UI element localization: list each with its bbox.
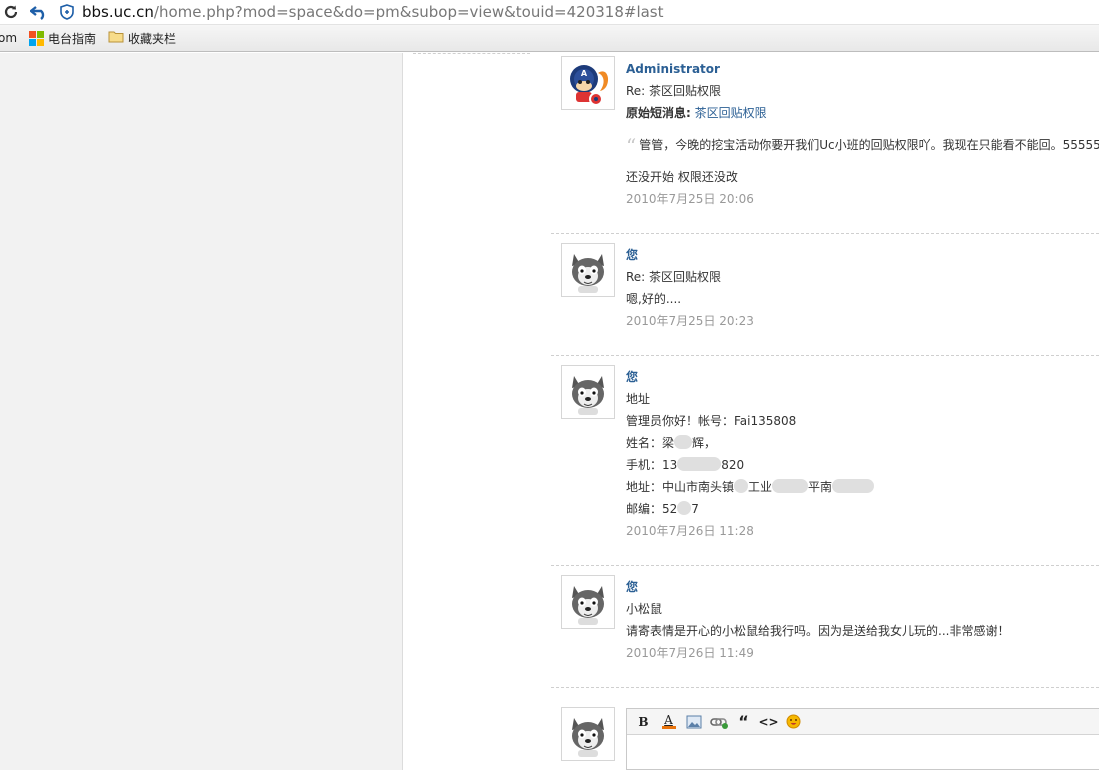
bold-button[interactable]: B	[631, 712, 656, 732]
redacted-blur	[677, 457, 722, 471]
reply-editor: B A “ <>	[626, 708, 1099, 770]
phone-part: 820	[721, 458, 745, 472]
husky-avatar-icon	[572, 586, 604, 625]
message-item: A Administrator Re: 茶区回贴权限 原始短消息: 茶区回贴权限…	[551, 53, 1099, 233]
bold-icon: B	[638, 714, 649, 729]
quote-button[interactable]: “	[731, 712, 756, 732]
quote-text: 管管，今晚的挖宝活动你要开我们Uc小班的回贴权限吖。我现在只能看不能回。5555…	[639, 138, 1099, 152]
image-button[interactable]	[681, 712, 706, 732]
message-text: 还没开始 权限还没改	[626, 170, 738, 184]
message-text: 嗯,好的....	[626, 292, 682, 306]
left-sidebar	[0, 53, 403, 770]
windows-logo-icon	[29, 30, 45, 46]
back-icon[interactable]	[28, 1, 50, 23]
bookmark-label: 收藏夹栏	[128, 31, 177, 46]
redacted-blur	[734, 479, 749, 493]
page-content: A Administrator Re: 茶区回贴权限 原始短消息: 茶区回贴权限…	[0, 53, 1099, 770]
divider	[413, 53, 530, 54]
url-host: bbs.uc.cn	[82, 3, 154, 21]
postcode-part: 7	[691, 502, 699, 516]
smiley-icon	[786, 714, 801, 729]
message-author[interactable]: 您	[626, 366, 1099, 388]
address-part: 工业	[748, 480, 773, 494]
husky-avatar-icon	[572, 254, 604, 293]
bookmark-radio-guide[interactable]: 电台指南	[29, 30, 96, 47]
original-message-link[interactable]: 茶区回贴权限	[695, 106, 767, 120]
message-subject: Re: 茶区回贴权限	[626, 84, 722, 98]
font-color-button[interactable]: A	[656, 712, 681, 732]
smiley-button[interactable]	[781, 712, 806, 732]
husky-avatar-icon	[572, 718, 604, 757]
bookmarks-bar: om 电台指南 收藏夹栏	[0, 25, 1099, 52]
quote-mark-icon: “	[626, 134, 637, 158]
bookmark-favorites-folder[interactable]: 收藏夹栏	[108, 30, 176, 47]
message-time: 2010年7月25日 20:23	[626, 314, 754, 328]
address-part: 地址：中山市南头镇	[626, 480, 735, 494]
bookmark-truncated[interactable]: om	[0, 31, 17, 45]
phone-part: 手机：13	[626, 458, 678, 472]
address-part: 平南	[808, 480, 833, 494]
original-message-row: 原始短消息: 茶区回贴权限	[626, 102, 1099, 124]
code-icon: <>	[758, 714, 779, 729]
redacted-blur	[674, 435, 693, 449]
code-button[interactable]: <>	[756, 712, 781, 732]
svg-text:A: A	[581, 69, 588, 78]
message-text-account: 管理员你好！帐号：Fai135808	[626, 414, 797, 428]
message-subject: 小松鼠	[626, 602, 663, 616]
message-time: 2010年7月25日 20:06	[626, 192, 754, 206]
url-input[interactable]: bbs.uc.cn/home.php?mod=space&do=pm&subop…	[82, 3, 664, 21]
image-icon	[686, 715, 701, 728]
avatar[interactable]	[561, 243, 615, 297]
message-body: Administrator Re: 茶区回贴权限 原始短消息: 茶区回贴权限 “…	[626, 58, 1099, 210]
message-subject: 地址	[626, 392, 651, 406]
message-author[interactable]: 您	[626, 244, 1099, 266]
message-text: 请寄表情是开心的小松鼠给我行吗。因为是送给我女儿玩的...非常感谢！	[626, 624, 1010, 638]
avatar[interactable]	[561, 365, 615, 419]
postcode-part: 邮编：52	[626, 502, 678, 516]
message-time: 2010年7月26日 11:49	[626, 646, 754, 660]
message-author[interactable]: 您	[626, 576, 1099, 598]
folder-icon	[108, 30, 124, 46]
original-message-label: 原始短消息:	[626, 106, 691, 120]
redacted-blur	[772, 479, 809, 493]
message-body: 您 小松鼠 请寄表情是开心的小松鼠给我行吗。因为是送给我女儿玩的...非常感谢！…	[626, 576, 1099, 664]
avatar[interactable]	[561, 575, 615, 629]
name-part: 辉，	[692, 436, 717, 450]
message-subject: Re: 茶区回贴权限	[626, 270, 722, 284]
message-time: 2010年7月26日 11:28	[626, 524, 754, 538]
refresh-icon[interactable]	[0, 1, 22, 23]
husky-avatar-icon	[572, 376, 604, 415]
message-text-name: 姓名：梁 辉，	[626, 432, 1099, 454]
squirrel-captain-avatar-icon: A	[570, 65, 609, 106]
message-text-phone: 手机：13 820	[626, 454, 1099, 476]
address-bar: bbs.uc.cn/home.php?mod=space&do=pm&subop…	[0, 0, 1099, 25]
message-author[interactable]: Administrator	[626, 58, 1099, 80]
link-icon	[709, 717, 728, 729]
security-shield-icon[interactable]	[56, 1, 78, 23]
message-item: 您 小松鼠 请寄表情是开心的小松鼠给我行吗。因为是送给我女儿玩的...非常感谢！…	[551, 565, 1099, 687]
message-body: 您 Re: 茶区回贴权限 嗯,好的.... 2010年7月25日 20:23	[626, 244, 1099, 332]
message-item: 您 地址 管理员你好！帐号：Fai135808 姓名：梁 辉， 手机：13 820 …	[551, 355, 1099, 565]
message-body: 您 地址 管理员你好！帐号：Fai135808 姓名：梁 辉， 手机：13 820 …	[626, 366, 1099, 542]
link-button[interactable]	[706, 712, 731, 732]
editor-toolbar: B A “ <>	[627, 709, 1099, 735]
message-text-address: 地址：中山市南头镇 工业 平南	[626, 476, 1099, 498]
redacted-blur	[677, 501, 692, 515]
font-color-letter: A	[664, 712, 673, 727]
name-part: 姓名：梁	[626, 436, 675, 450]
redacted-blur	[832, 479, 875, 493]
avatar[interactable]: A	[561, 56, 615, 110]
bookmark-label: 电台指南	[48, 31, 97, 46]
avatar	[561, 707, 615, 761]
message-text-postcode: 邮编：52 7	[626, 498, 1099, 520]
quoted-message: “管管，今晚的挖宝活动你要开我们Uc小班的回贴权限吖。我现在只能看不能回。555…	[626, 134, 1099, 158]
url-path: /home.php?mod=space&do=pm&subop=view&tou…	[153, 3, 664, 21]
message-item: 您 Re: 茶区回贴权限 嗯,好的.... 2010年7月25日 20:23	[551, 233, 1099, 355]
font-color-icon: A	[661, 712, 676, 729]
quote-icon: “	[738, 712, 749, 731]
